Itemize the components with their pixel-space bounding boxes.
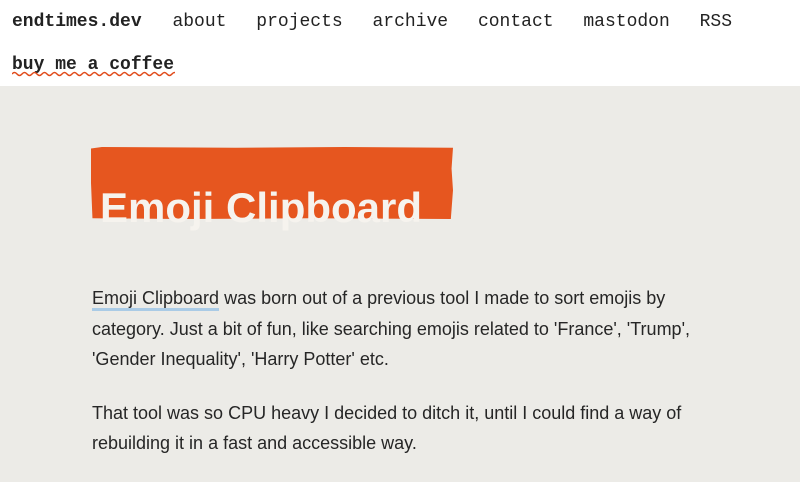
wavy-underline <box>12 71 175 77</box>
top-nav: endtimes.dev about projects archive cont… <box>0 0 800 86</box>
nav-link-archive[interactable]: archive <box>373 12 449 32</box>
site-brand-link[interactable]: endtimes.dev <box>12 12 142 32</box>
nav-link-projects[interactable]: projects <box>256 12 342 32</box>
nav-link-rss[interactable]: RSS <box>700 12 732 32</box>
paragraph-second: That tool was so CPU heavy I decided to … <box>92 402 682 454</box>
nav-link-about[interactable]: about <box>172 12 226 32</box>
emoji-clipboard-link[interactable]: Emoji Clipboard <box>92 288 220 311</box>
nav-link-contact[interactable]: contact <box>478 12 554 32</box>
article-body: Emoji Clipboard was born out of a previo… <box>92 283 712 482</box>
paragraph-intro: Emoji Clipboard was born out of a previo… <box>92 283 712 375</box>
nav-links: endtimes.dev about projects archive cont… <box>12 10 751 34</box>
page-title: Emoji Clipboard <box>100 184 423 232</box>
nav-link-mastodon[interactable]: mastodon <box>583 12 669 32</box>
